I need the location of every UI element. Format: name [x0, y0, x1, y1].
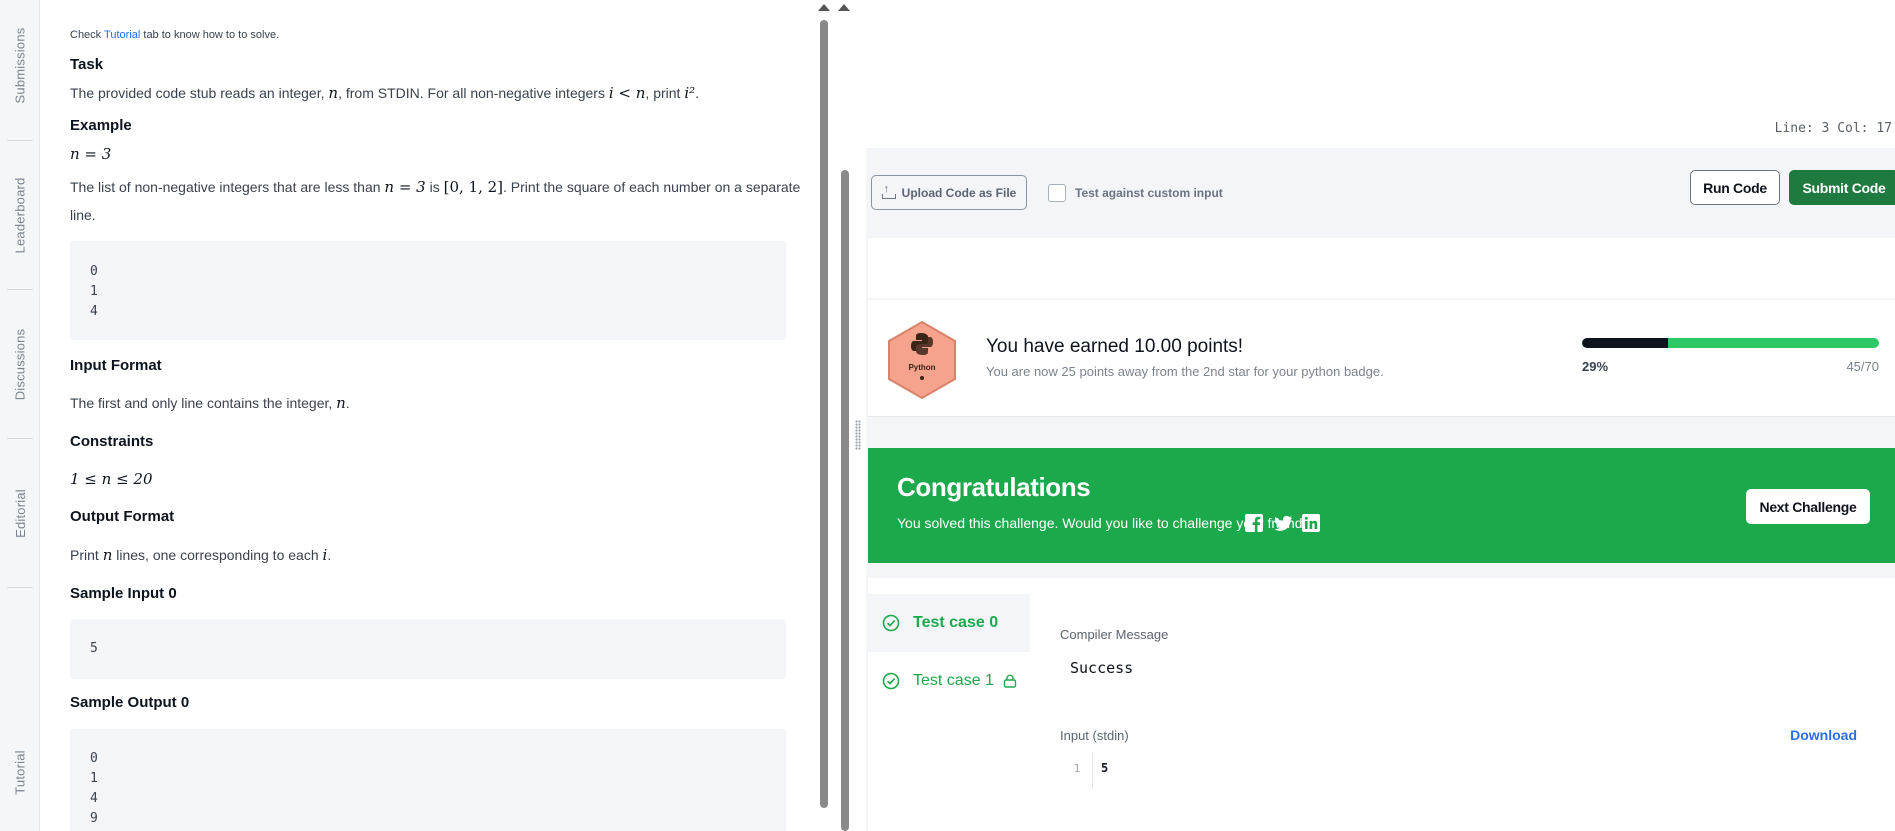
upload-code-button[interactable]: Upload Code as File — [871, 175, 1027, 210]
sample-output-block: 0 1 4 9 — [70, 729, 786, 831]
vertical-tab-rail: Submissions Leaderboard Discussions Edit… — [0, 0, 40, 831]
linkedin-icon[interactable] — [1301, 513, 1321, 533]
test-case-list: Test case 0 Test case 1 — [868, 594, 1030, 831]
example-value: n = 3 — [70, 145, 112, 163]
tab-tutorial[interactable]: Tutorial — [0, 712, 40, 831]
code-editor[interactable]: Line: 3 Col: 17 — [866, 0, 1895, 148]
rail-divider — [7, 587, 33, 588]
drag-handle-icon[interactable] — [855, 420, 861, 450]
badge-star-dot — [920, 376, 924, 380]
badge-progress-fill — [1582, 338, 1669, 348]
progress-percent: 29% — [1582, 359, 1609, 374]
code-and-results-panel: Line: 3 Col: 17 Upload Code as File Test… — [866, 0, 1895, 831]
output-format-heading: Output Format — [70, 508, 175, 525]
test-results: Test case 0 Test case 1 Compiler Message… — [868, 578, 1895, 831]
submit-code-button[interactable]: Submit Code — [1789, 170, 1895, 205]
task-text: The provided code stub reads an integer,… — [70, 84, 700, 102]
compiler-message-label: Compiler Message — [1060, 627, 1169, 642]
congratulations-title: Congratulations — [897, 472, 1091, 502]
stdin-line-number: 1 — [1073, 762, 1081, 775]
sample-input-heading: Sample Input 0 — [70, 585, 177, 602]
run-code-button[interactable]: Run Code — [1690, 170, 1780, 205]
results-scrollbar-thumb[interactable] — [841, 170, 849, 831]
example-output-block: 0 1 4 — [70, 241, 786, 340]
constraints-heading: Constraints — [70, 433, 154, 450]
tab-discussions[interactable]: Discussions — [0, 289, 40, 439]
badge-name: Python — [908, 363, 936, 372]
custom-input-label[interactable]: Test against custom input — [1075, 186, 1223, 200]
test-case-detail: Compiler Message Success Input (stdin) D… — [1060, 578, 1893, 831]
download-link[interactable]: Download — [1790, 727, 1857, 743]
next-challenge-button[interactable]: Next Challenge — [1746, 489, 1870, 524]
check-circle-icon — [882, 672, 900, 690]
hexagon-badge-icon — [888, 320, 956, 400]
tutorial-hint: Check Tutorial tab to know how to to sol… — [70, 29, 280, 41]
check-circle-icon — [882, 614, 900, 632]
output-format-text: Print n lines, one corresponding to each… — [70, 546, 332, 564]
sample-input-block: 5 — [70, 619, 786, 679]
input-format-heading: Input Format — [70, 357, 162, 374]
tutorial-link[interactable]: Tutorial — [104, 29, 140, 41]
problem-scrollbar-thumb[interactable] — [820, 20, 828, 808]
points-away-text: You are now 25 points away from the 2nd … — [986, 364, 1384, 379]
lock-icon — [1003, 674, 1017, 688]
tab-editorial[interactable]: Editorial — [0, 438, 40, 588]
sample-output-heading: Sample Output 0 — [70, 694, 190, 711]
facebook-icon[interactable] — [1244, 513, 1264, 533]
input-format-text: The first and only line contains the int… — [70, 394, 350, 412]
example-text-continued: line. — [70, 207, 96, 223]
compiler-message: Success — [1070, 659, 1134, 677]
upload-icon — [881, 183, 896, 199]
example-text: The list of non-negative integers that a… — [70, 178, 801, 196]
tab-submissions[interactable]: Submissions — [0, 0, 40, 140]
problem-statement-panel: Check Tutorial tab to know how to to sol… — [40, 0, 816, 831]
tab-leaderboard[interactable]: Leaderboard — [0, 140, 40, 290]
test-case-tab-0[interactable]: Test case 0 — [868, 594, 1030, 652]
stdin-value: 5 — [1101, 761, 1109, 775]
stdin-label: Input (stdin) — [1060, 728, 1129, 743]
twitter-icon[interactable] — [1273, 513, 1293, 533]
constraints-text: 1 ≤ n ≤ 20 — [70, 470, 153, 488]
progress-ratio: 45/70 — [1846, 359, 1879, 374]
python-badge: Python — [886, 320, 958, 400]
points-earned-text: You have earned 10.00 points! — [986, 336, 1244, 357]
congratulations-banner: Congratulations You solved this challeng… — [868, 448, 1895, 563]
cursor-status: Line: 3 Col: 17 — [1774, 121, 1892, 136]
scroll-up-arrow-icon[interactable] — [818, 4, 830, 11]
results-scrollbar[interactable] — [838, 0, 852, 831]
status-card — [868, 238, 1895, 298]
points-card: Python You have earned 10.00 points! You… — [868, 300, 1895, 417]
example-heading: Example — [70, 117, 132, 134]
editor-toolbar: Upload Code as File Test against custom … — [866, 148, 1895, 234]
badge-progress-bar — [1582, 338, 1879, 348]
test-case-tab-1[interactable]: Test case 1 — [868, 652, 1030, 710]
problem-scrollbar[interactable] — [816, 0, 830, 831]
custom-input-checkbox[interactable] — [1048, 184, 1066, 202]
task-heading: Task — [70, 56, 104, 73]
stdin-gutter-divider — [1092, 752, 1093, 788]
